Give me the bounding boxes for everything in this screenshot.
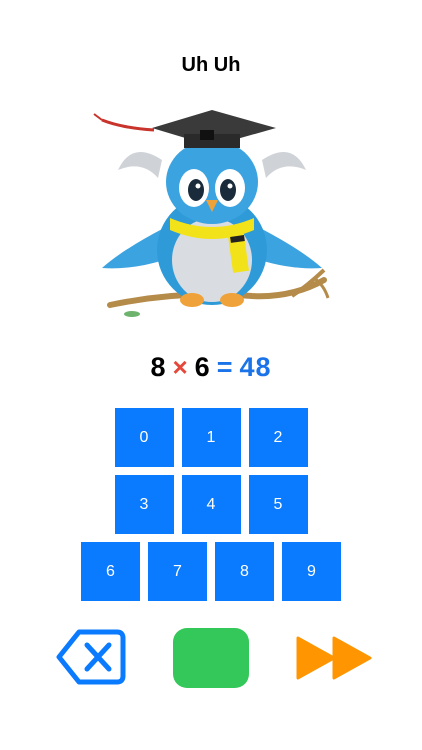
equals-sign: = (216, 352, 234, 382)
owl-mascot-image (93, 110, 330, 317)
keypad-row: 3 4 5 (0, 475, 422, 534)
key-9[interactable]: 9 (282, 542, 341, 601)
keypad-row: 0 1 2 (0, 408, 422, 467)
key-5[interactable]: 5 (248, 475, 308, 534)
key-8[interactable]: 8 (215, 542, 274, 601)
skip-button[interactable] (294, 632, 376, 684)
keypad-row: 6 7 8 9 (0, 542, 422, 601)
multiply-sign: × (172, 352, 189, 382)
operand-b: 6 (194, 352, 211, 382)
fast-forward-icon (296, 636, 372, 680)
key-1[interactable]: 1 (181, 408, 241, 467)
backspace-button[interactable] (55, 628, 127, 686)
key-6[interactable]: 6 (81, 542, 140, 601)
key-0[interactable]: 0 (114, 408, 174, 467)
key-3[interactable]: 3 (114, 475, 174, 534)
page-title: Uh Uh (181, 54, 241, 76)
key-2[interactable]: 2 (248, 408, 308, 467)
backspace-x-icon (56, 629, 126, 685)
operand-a: 8 (150, 352, 167, 382)
math-equation: 8 × 6 = 48 (0, 352, 422, 383)
answer-value: 48 (239, 352, 272, 382)
submit-button[interactable] (173, 628, 249, 688)
key-7[interactable]: 7 (148, 542, 207, 601)
key-4[interactable]: 4 (181, 475, 241, 534)
